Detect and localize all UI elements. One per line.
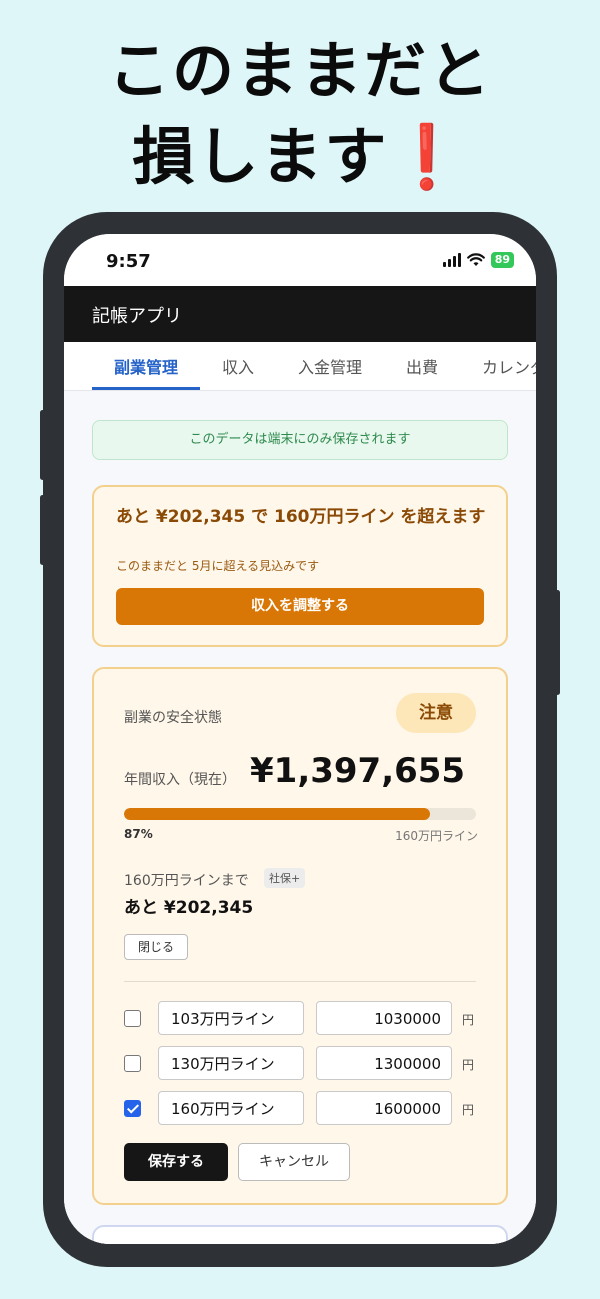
progress-target-label: 160万円ライン <box>395 829 478 843</box>
line-amount-input-160[interactable]: 1600000 <box>316 1091 452 1125</box>
wifi-icon <box>466 253 485 266</box>
tab-income[interactable]: 収入 <box>222 354 254 378</box>
adjust-income-button[interactable]: 収入を調整する <box>116 588 484 625</box>
headline-line-1: このままだと <box>107 34 492 107</box>
tab-expenses[interactable]: 出費 <box>406 354 438 378</box>
line-checkbox-130[interactable] <box>124 1055 141 1072</box>
income-progress-fill <box>124 808 431 820</box>
headline-line-2-text: 損します <box>132 120 389 193</box>
threshold-warning-card: あと ¥202,345 で 160万円ライン を超えます このままだと 5月に超… <box>92 485 508 647</box>
exclamation-icon: ❗ <box>388 120 468 193</box>
divider <box>124 981 476 982</box>
progress-percent: 87% <box>124 827 153 841</box>
line-row-103: 103万円ライン 1030000 円 <box>124 1001 484 1037</box>
local-storage-notice: このデータは端末にのみ保存されます <box>92 420 508 460</box>
line-checkbox-160[interactable] <box>124 1100 141 1117</box>
safety-status-card: 副業の安全状態 注意 年間収入（現在） ¥1,397,655 87% 160万円… <box>92 667 508 1205</box>
cancel-button[interactable]: キャンセル <box>238 1143 350 1181</box>
headline-line-2: 損します❗ <box>0 114 600 200</box>
warning-message: あと ¥202,345 で 160万円ライン を超えます <box>116 507 486 527</box>
phone-side-button-left-1 <box>40 410 45 480</box>
line-unit-130: 円 <box>462 1058 475 1072</box>
save-button[interactable]: 保存する <box>124 1143 228 1181</box>
line-name-input-103[interactable]: 103万円ライン <box>158 1001 304 1035</box>
tab-calendar[interactable]: カレンダー <box>482 354 536 378</box>
line-amount-input-130[interactable]: 1300000 <box>316 1046 452 1080</box>
income-progress-bar <box>124 808 476 820</box>
line-unit-160: 円 <box>462 1103 475 1117</box>
line-checkbox-103[interactable] <box>124 1010 141 1027</box>
line-row-130: 130万円ライン 1300000 円 <box>124 1046 484 1082</box>
line-unit-103: 円 <box>462 1013 475 1027</box>
status-bar: 9:57 89 <box>64 234 536 286</box>
status-time: 9:57 <box>106 251 151 272</box>
warning-forecast: このままだと 5月に超える見込みです <box>116 559 320 573</box>
until-line-label: 160万円ラインまで <box>124 873 249 889</box>
next-card-peek <box>92 1225 508 1244</box>
social-insurance-badge: 社保+ <box>264 868 306 888</box>
battery-icon: 89 <box>490 252 514 268</box>
line-row-160: 160万円ライン 1600000 円 <box>124 1091 484 1127</box>
status-icons: 89 <box>442 252 514 268</box>
line-name-input-130[interactable]: 130万円ライン <box>158 1046 304 1080</box>
annual-income-value: ¥1,397,655 <box>250 751 466 791</box>
line-name-input-160[interactable]: 160万円ライン <box>158 1091 304 1125</box>
phone-side-button-left-2 <box>40 495 45 565</box>
app-header: 記帳アプリ <box>64 286 536 342</box>
phone-screen: 9:57 89 記帳アプリ 副業管理 収入 入金管理 出費 カレンダー このデー… <box>64 234 536 1244</box>
tab-side-job[interactable]: 副業管理 <box>114 354 178 378</box>
tab-bar: 副業管理 収入 入金管理 出費 カレンダー <box>64 342 536 391</box>
signal-icon <box>442 253 461 267</box>
promo-headline: このままだと 損します❗ <box>0 28 600 200</box>
line-amount-input-103[interactable]: 1030000 <box>316 1001 452 1035</box>
remaining-amount: あと ¥202,345 <box>124 898 254 918</box>
caution-badge: 注意 <box>396 693 476 733</box>
close-button[interactable]: 閉じる <box>124 934 188 960</box>
active-tab-indicator <box>92 387 200 390</box>
main-content: このデータは端末にのみ保存されます あと ¥202,345 で 160万円ライン… <box>64 391 536 1244</box>
annual-income-label: 年間収入（現在） <box>124 772 236 788</box>
safety-status-title: 副業の安全状態 <box>124 710 222 726</box>
app-title: 記帳アプリ <box>92 306 182 327</box>
tab-deposits[interactable]: 入金管理 <box>298 354 362 378</box>
phone-side-button-right <box>555 590 560 695</box>
